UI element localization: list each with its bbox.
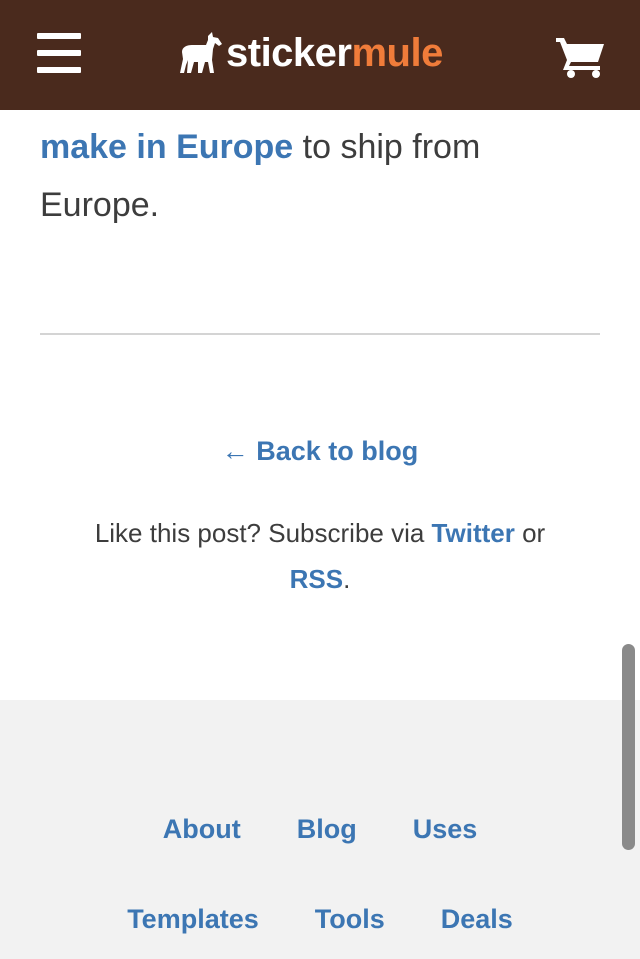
subscribe-suffix: .	[343, 564, 351, 594]
footer-links-row-1: About Blog Uses	[0, 814, 640, 845]
footer-link-uses[interactable]: Uses	[413, 814, 478, 845]
mule-icon	[180, 32, 222, 73]
footer: About Blog Uses Templates Tools Deals	[0, 700, 640, 959]
top-navigation-bar: sticker mule	[0, 0, 640, 110]
footer-link-about[interactable]: About	[163, 814, 241, 845]
subscribe-or: or	[514, 518, 546, 548]
footer-links-row-2: Templates Tools Deals	[0, 904, 640, 935]
subscribe-text: Like this post? Subscribe via Twitter or…	[60, 510, 580, 602]
footer-link-blog[interactable]: Blog	[297, 814, 357, 845]
make-in-europe-link[interactable]: make in Europe	[40, 128, 293, 166]
logo-text-mule: mule	[351, 30, 443, 75]
footer-link-deals[interactable]: Deals	[441, 904, 513, 935]
footer-link-templates[interactable]: Templates	[127, 904, 259, 935]
divider	[40, 333, 600, 335]
subscribe-prefix: Like this post? Subscribe via	[94, 518, 432, 548]
stickermule-logo[interactable]: sticker mule	[178, 28, 443, 78]
article-paragraph: make in Europe to ship from Europe.	[40, 118, 600, 234]
scrollbar[interactable]	[622, 644, 635, 850]
logo-text-sticker: sticker	[226, 30, 352, 75]
footer-link-tools[interactable]: Tools	[315, 904, 385, 935]
back-to-blog-link[interactable]: ← Back to blog	[0, 436, 640, 467]
twitter-link[interactable]: Twitter	[432, 518, 515, 548]
shopping-cart-icon[interactable]	[556, 36, 606, 78]
rss-link[interactable]: RSS	[290, 564, 343, 594]
article-text-line-2: Europe.	[40, 186, 160, 224]
article-text-line-1: to ship from	[293, 128, 481, 166]
hamburger-menu-icon[interactable]	[37, 33, 81, 73]
page: sticker mule make in Europe to ship from …	[0, 0, 640, 959]
